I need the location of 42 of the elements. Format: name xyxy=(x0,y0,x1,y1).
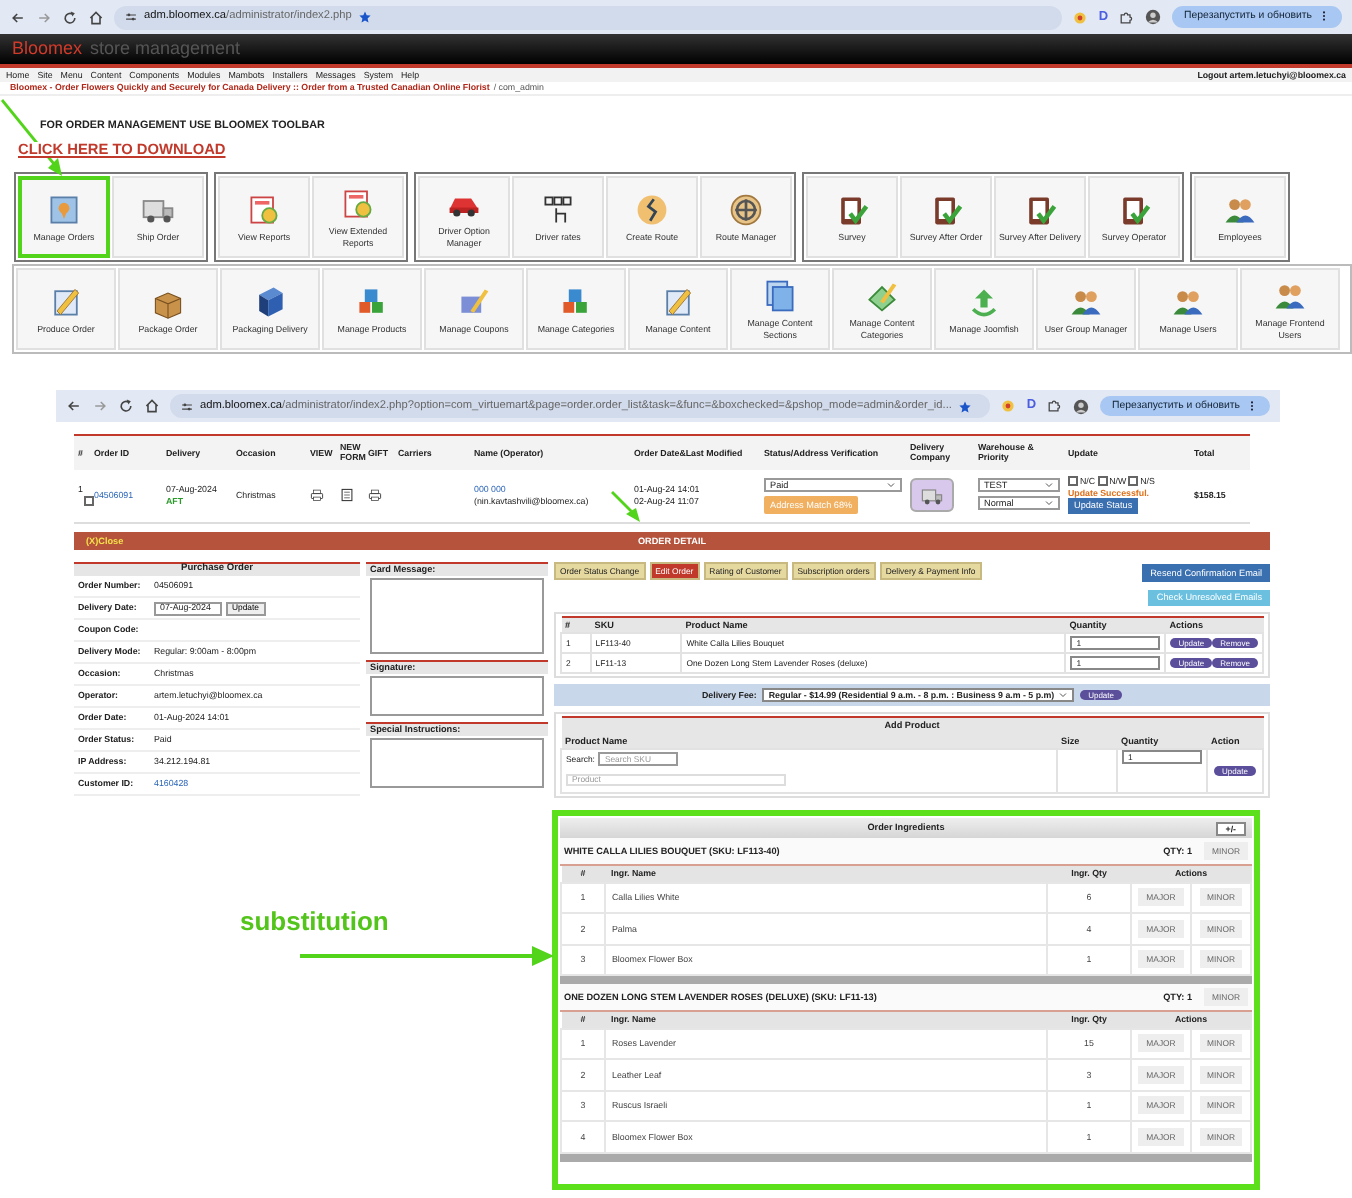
home-icon[interactable] xyxy=(144,398,160,414)
coin-icon xyxy=(634,191,670,228)
text-area[interactable] xyxy=(370,676,544,716)
caret-icon xyxy=(1058,690,1069,700)
star-icon[interactable] xyxy=(357,10,372,24)
puzzle-icon[interactable] xyxy=(1046,398,1063,414)
home-icon[interactable] xyxy=(88,9,104,25)
annotation-arrow xyxy=(0,99,62,176)
avatar-icon[interactable] xyxy=(1144,8,1163,26)
crosshair-icon xyxy=(728,191,764,228)
site-info-icon[interactable] xyxy=(124,10,138,24)
annotation-text: substitution xyxy=(240,906,389,938)
logo-text: Bloomex xyxy=(12,38,83,60)
document-icon xyxy=(660,283,696,320)
avatar-icon[interactable] xyxy=(1072,397,1091,415)
text-area[interactable] xyxy=(370,738,544,788)
site-info-icon[interactable] xyxy=(180,399,194,413)
extension-icon[interactable] xyxy=(1000,398,1017,414)
printer-icon[interactable] xyxy=(368,488,382,503)
chart-icon xyxy=(340,186,376,223)
extension-icon[interactable] xyxy=(1072,9,1089,25)
flag-checkbox[interactable] xyxy=(1097,476,1108,487)
caret-icon xyxy=(886,480,896,490)
row-checkbox[interactable] xyxy=(84,496,94,507)
truck-icon xyxy=(916,483,948,508)
back-icon[interactable] xyxy=(10,9,26,25)
grid-icon xyxy=(540,191,576,228)
document-icon xyxy=(48,283,84,320)
flag-checkbox[interactable] xyxy=(1128,476,1139,487)
puzzle-icon[interactable] xyxy=(1118,9,1135,25)
form-icon[interactable] xyxy=(340,488,354,503)
reload-icon[interactable] xyxy=(118,398,134,414)
documents-icon xyxy=(762,278,798,315)
chart-icon xyxy=(246,191,282,228)
star-icon[interactable] xyxy=(957,399,972,413)
back-icon[interactable] xyxy=(66,398,82,414)
header-subtitle: store management xyxy=(90,38,241,60)
map-icon xyxy=(46,191,82,228)
flag-checkbox[interactable] xyxy=(1068,476,1078,487)
text-area[interactable] xyxy=(370,578,544,654)
printer-icon[interactable] xyxy=(310,488,324,503)
reload-icon[interactable] xyxy=(62,9,78,25)
